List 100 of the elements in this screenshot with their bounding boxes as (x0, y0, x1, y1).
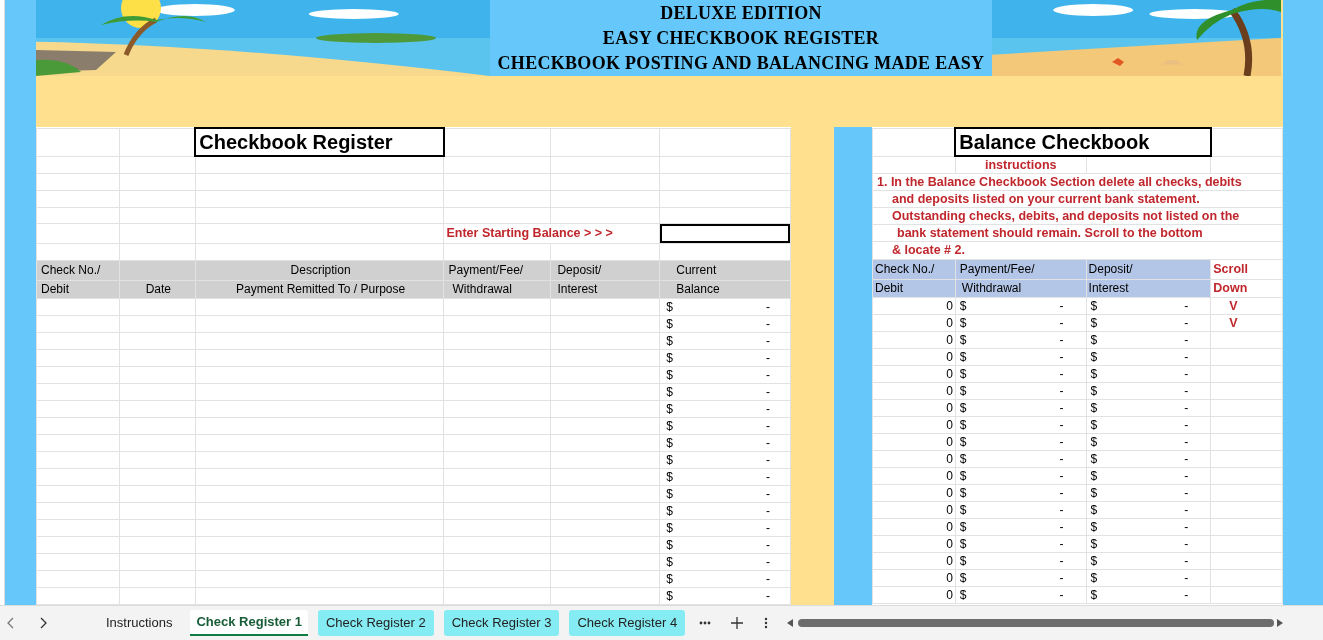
amount-value: - (1059, 383, 1064, 398)
balance-value: - (766, 384, 770, 399)
column-header: Debit (875, 281, 903, 295)
currency-symbol: $ (959, 400, 967, 415)
column-header: Withdrawal (451, 282, 512, 296)
instruction-line: bank statement should remain. Scroll to the bottom (896, 225, 1203, 240)
currency-symbol: $ (959, 485, 967, 500)
currency-symbol: $ (959, 519, 967, 534)
amount-value: - (1184, 417, 1189, 432)
currency-symbol: $ (1090, 485, 1098, 500)
currency-symbol: $ (1090, 519, 1098, 534)
balance-value: - (766, 316, 770, 331)
currency-symbol: $ (666, 333, 673, 348)
balance-value: - (766, 435, 770, 450)
check-number: 0 (946, 553, 953, 568)
balance-value: - (766, 418, 770, 433)
instruction-line: and deposits listed on your current bank statement. (891, 191, 1200, 206)
currency-symbol: $ (1090, 570, 1098, 585)
amount-value: - (1184, 383, 1189, 398)
amount-value: - (1184, 502, 1189, 517)
sheet-tab[interactable]: Check Register 4 (569, 610, 686, 636)
currency-symbol: $ (959, 383, 967, 398)
column-header: Date (144, 282, 171, 296)
amount-value: - (1184, 587, 1189, 602)
column-header: Payment/Fee/ (447, 263, 524, 277)
scroll-down-marker: V (1229, 315, 1238, 330)
currency-symbol: $ (1090, 315, 1098, 330)
currency-symbol: $ (959, 468, 967, 483)
column-header: Check No./ (875, 262, 935, 276)
currency-symbol: $ (1090, 536, 1098, 551)
check-number: 0 (946, 468, 953, 483)
column-header: Deposit/ (556, 263, 602, 277)
balance-value: - (766, 554, 770, 569)
currency-symbol: $ (959, 366, 967, 381)
check-number: 0 (946, 451, 953, 466)
sheet-tab[interactable]: Check Register 1 (190, 610, 308, 636)
check-number: 0 (946, 502, 953, 517)
banner-title: CHECKBOOK POSTING AND BALANCING MADE EASY (497, 52, 985, 75)
currency-symbol: $ (666, 418, 673, 433)
amount-value: - (1059, 400, 1064, 415)
currency-symbol: $ (666, 384, 673, 399)
check-number: 0 (946, 332, 953, 347)
currency-symbol: $ (959, 349, 967, 364)
currency-symbol: $ (1090, 553, 1098, 568)
currency-symbol: $ (959, 434, 967, 449)
instruction-line: 1. In the Balance Checkbook Section delete all checks, debits (876, 174, 1242, 189)
amount-value: - (1184, 315, 1189, 330)
currency-symbol: $ (666, 435, 673, 450)
amount-value: - (1184, 570, 1189, 585)
currency-symbol: $ (959, 451, 967, 466)
sheet-tab[interactable]: Instructions (98, 610, 181, 636)
currency-symbol: $ (959, 502, 967, 517)
column-header: Description (289, 263, 351, 277)
currency-symbol: $ (959, 417, 967, 432)
column-header: Check No./ (40, 263, 101, 277)
amount-value: - (1059, 502, 1064, 517)
currency-symbol: $ (959, 553, 967, 568)
amount-value: - (1184, 536, 1189, 551)
check-number: 0 (946, 434, 953, 449)
balance-value: - (766, 520, 770, 535)
currency-symbol: $ (959, 536, 967, 551)
balance-value: - (766, 350, 770, 365)
currency-symbol: $ (959, 332, 967, 347)
currency-symbol: $ (959, 570, 967, 585)
amount-value: - (1059, 519, 1064, 534)
banner-title: DELUXE EDITION (660, 2, 822, 25)
currency-symbol: $ (666, 469, 673, 484)
currency-symbol: $ (666, 452, 673, 467)
column-header: Balance (675, 282, 720, 296)
instruction-line: Outstanding checks, debits, and deposits not listed on the (891, 208, 1240, 223)
balance-value: - (766, 469, 770, 484)
currency-symbol: $ (666, 537, 673, 552)
balance-value: - (766, 452, 770, 467)
instruction-line: & locate # 2. (891, 243, 965, 257)
section-title: Checkbook Register (195, 128, 444, 156)
amount-value: - (1059, 298, 1064, 313)
amount-value: - (1184, 366, 1189, 381)
column-header: Payment/Fee/ (958, 262, 1035, 276)
currency-symbol: $ (1090, 502, 1098, 517)
amount-value: - (1184, 451, 1189, 466)
amount-value: - (1184, 400, 1189, 415)
check-number: 0 (946, 519, 953, 534)
sheet-tab[interactable]: Check Register 3 (443, 610, 560, 636)
plus-icon[interactable] (729, 617, 746, 629)
scroll-down-marker: V (1229, 298, 1238, 313)
balance-value: - (766, 503, 770, 518)
amount-value: - (1059, 349, 1064, 364)
currency-symbol: $ (1090, 587, 1098, 602)
currency-symbol: $ (959, 298, 967, 313)
check-number: 0 (946, 383, 953, 398)
column-header: Interest (556, 282, 598, 296)
balance-value: - (766, 299, 770, 314)
check-number: 0 (946, 536, 953, 551)
check-number: 0 (946, 366, 953, 381)
amount-value: - (1184, 485, 1189, 500)
currency-symbol: $ (1090, 366, 1098, 381)
amount-value: - (1059, 485, 1064, 500)
check-number: 0 (946, 587, 953, 602)
sheet-tab[interactable]: Check Register 2 (318, 610, 434, 636)
column-header: Payment Remitted To / Purpose (235, 282, 406, 296)
